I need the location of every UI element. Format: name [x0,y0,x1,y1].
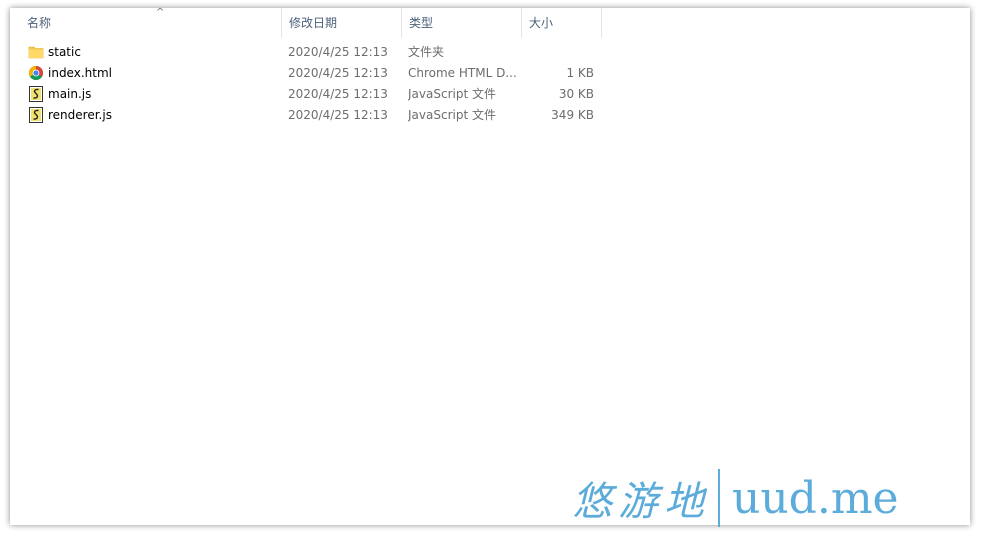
column-header-size[interactable]: 大小 [522,8,602,38]
file-size: 1 KB [566,66,594,80]
file-row[interactable]: main.js 2020/4/25 12:13 JavaScript 文件 30… [10,84,970,105]
watermark-chinese: 悠游地 [572,479,710,525]
watermark: 悠游地 uud.me [572,468,899,528]
file-explorer-window: 名称 ^ 修改日期 类型 大小 static 2020/4/25 12:13 文… [10,8,970,525]
file-date: 2020/4/25 12:13 [288,66,388,80]
file-row[interactable]: renderer.js 2020/4/25 12:13 JavaScript 文… [10,105,970,126]
file-name: main.js [48,87,92,101]
column-header-name[interactable]: 名称 ^ [20,8,282,38]
watermark-domain: uud.me [732,472,899,524]
file-name: renderer.js [48,108,112,122]
file-name: static [48,45,81,59]
javascript-file-icon [28,106,44,123]
file-size: 349 KB [551,108,594,122]
column-header-type-label: 类型 [409,16,434,30]
file-date: 2020/4/25 12:13 [288,87,388,101]
column-header-size-label: 大小 [529,16,554,30]
file-name: index.html [48,66,112,80]
file-date: 2020/4/25 12:13 [288,108,388,122]
file-row[interactable]: static 2020/4/25 12:13 文件夹 [10,42,970,63]
file-type: JavaScript 文件 [408,108,496,122]
file-list: static 2020/4/25 12:13 文件夹 index.html 20… [10,42,970,126]
chrome-icon [28,65,44,81]
watermark-divider [718,469,720,527]
file-date: 2020/4/25 12:13 [288,45,388,59]
file-size [522,42,594,63]
column-header-bar: 名称 ^ 修改日期 类型 大小 [10,8,970,38]
column-header-date[interactable]: 修改日期 [282,8,402,38]
file-type: JavaScript 文件 [408,87,496,101]
file-size: 30 KB [558,87,594,101]
column-header-name-label: 名称 [27,16,52,30]
folder-icon [28,44,44,60]
file-type: 文件夹 [408,45,445,59]
column-header-date-label: 修改日期 [289,16,338,30]
column-header-type[interactable]: 类型 [402,8,522,38]
sort-ascending-icon: ^ [156,8,165,18]
file-type: Chrome HTML D... [408,66,517,80]
file-row[interactable]: index.html 2020/4/25 12:13 Chrome HTML D… [10,63,970,84]
javascript-file-icon [28,85,44,102]
